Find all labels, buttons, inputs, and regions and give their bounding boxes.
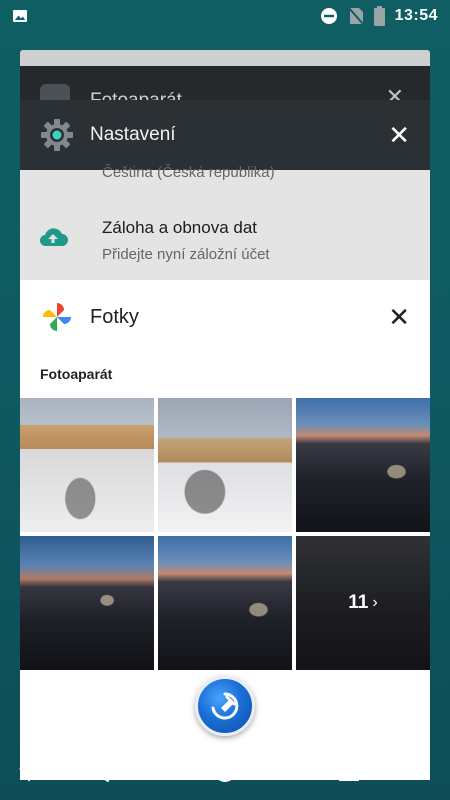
cloud-upload-icon [39,228,68,247]
photo-thumbnail[interactable] [20,536,154,670]
battery-icon [373,6,385,26]
photo-thumbnail[interactable] [296,398,430,532]
photo-thumbnail[interactable] [158,398,292,532]
status-time: 13:54 [394,7,438,24]
more-photos-overlay: 11 › [296,536,430,670]
gear-icon [41,119,73,151]
broom-icon [211,692,239,720]
photos-card-title: Fotky [90,305,139,328]
status-bar: 13:54 [0,0,450,32]
chevron-right-icon: › [372,594,378,611]
clear-all-button[interactable] [195,676,255,736]
photo-grid: 11 › [20,398,430,670]
backup-restore-row[interactable]: Záloha a obnova dat Přidejte nyní záložn… [20,204,430,274]
more-photos-count: 11 [348,592,369,613]
album-label: Fotoaparát [40,366,113,382]
recent-card-settings[interactable]: Nastavení ✕ Čeština (Česká republika) Zá… [20,100,430,290]
no-sim-icon [347,7,364,25]
more-photos-thumbnail[interactable]: 11 › [296,536,430,670]
recents-icon[interactable] [334,756,364,786]
settings-card-header[interactable]: Nastavení ✕ [20,100,430,170]
photo-thumbnail[interactable] [158,536,292,670]
photos-card-header[interactable]: Fotky ✕ [20,280,430,354]
image-icon [13,10,27,22]
settings-card-title: Nastavení [90,124,176,145]
close-icon[interactable]: ✕ [388,304,410,330]
backup-row-subtitle: Přidejte nyní záložní účet [102,246,270,263]
back-icon[interactable] [86,756,116,786]
home-icon[interactable] [210,756,240,786]
collapse-icon[interactable] [14,758,44,788]
language-row-partial: Čeština (Česká republika) [102,164,275,181]
dnd-icon [320,8,337,24]
pinwheel-icon [43,303,71,331]
photo-thumbnail[interactable] [20,398,154,532]
backup-row-title: Záloha a obnova dat [102,218,258,237]
close-icon[interactable]: ✕ [388,122,410,148]
navigation-bar [0,742,450,800]
